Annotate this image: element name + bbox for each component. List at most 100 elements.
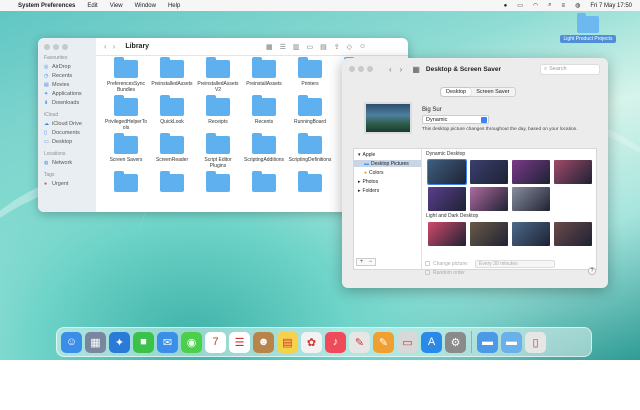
sidebar-item-downloads[interactable]: ⬇ Downloads	[44, 100, 96, 106]
mail-icon[interactable]: ✉	[157, 331, 178, 353]
folder-item[interactable]: PreinstalledAssetsV2	[196, 57, 240, 93]
folder-item[interactable]	[104, 171, 148, 195]
icon-view-icon[interactable]: ▦	[266, 43, 273, 51]
close-button[interactable]	[349, 66, 355, 72]
random-order-checkbox[interactable]	[425, 270, 430, 276]
wallpaper-thumbnail[interactable]	[554, 222, 592, 246]
help-button[interactable]: ?	[588, 267, 596, 275]
tree-item-folders[interactable]: ▸ Folders	[358, 187, 421, 194]
photos-icon[interactable]: ✿	[301, 331, 322, 353]
record-icon[interactable]: ●	[504, 3, 508, 9]
list-view-icon[interactable]: ☰	[280, 43, 286, 51]
calendar-icon[interactable]: 7	[205, 331, 226, 353]
add-button[interactable]: +	[360, 259, 364, 265]
wallpaper-thumbnail[interactable]	[428, 222, 466, 246]
finder-icon[interactable]: ☺	[61, 331, 82, 353]
pages-icon[interactable]: ✎	[373, 331, 394, 353]
tree-item-colors[interactable]: ● Colors	[354, 169, 421, 176]
folder-item[interactable]: PreinstallAssets	[242, 57, 286, 93]
back-forward-icon[interactable]: ‹›	[389, 65, 410, 74]
change-picture-checkbox[interactable]	[425, 261, 430, 267]
tab-desktop[interactable]: Desktop	[441, 88, 472, 96]
group-icon[interactable]: ▤	[320, 43, 327, 51]
action-icon[interactable]: ☺	[359, 43, 366, 51]
system-preferences-icon[interactable]: ⚙	[445, 331, 466, 353]
back-forward-icon[interactable]: ‹›	[104, 42, 121, 51]
desktop-folder-item[interactable]: Light Product Projects	[560, 13, 616, 43]
downloads-folder-icon[interactable]: ▬	[477, 331, 498, 353]
app-store-icon[interactable]: A	[421, 331, 442, 353]
share-icon[interactable]: ⇪	[334, 43, 340, 51]
folder-item[interactable]	[196, 171, 240, 195]
show-all-grid-icon[interactable]: ▦	[412, 65, 420, 74]
battery-icon[interactable]: ▭	[517, 2, 523, 9]
tab-screen-saver[interactable]: Screen Saver	[471, 88, 514, 96]
folder-item[interactable]: Recents	[242, 95, 286, 131]
music-icon[interactable]: ♪	[325, 331, 346, 353]
folder-item[interactable]: Screen Savers	[104, 133, 148, 169]
appearance-mode-select[interactable]: Dynamic	[422, 115, 489, 124]
tree-item-apple[interactable]: ▾ Apple	[358, 151, 421, 158]
column-view-icon[interactable]: ▥	[293, 43, 300, 51]
wifi-icon[interactable]: ◠	[533, 2, 538, 9]
minimize-button[interactable]	[53, 44, 59, 50]
folder-item[interactable]: PreinstalledAssets	[150, 57, 194, 93]
menu-app-name[interactable]: System Preferences	[18, 3, 75, 9]
search-field[interactable]: ⌕ Search	[540, 63, 600, 75]
wallpaper-thumbnail[interactable]	[470, 160, 508, 184]
sidebar-item-airdrop[interactable]: ◎ AirDrop	[44, 64, 96, 70]
safari-icon[interactable]: ✦	[109, 331, 130, 353]
folder-item[interactable]: Script Editor Plugins	[196, 133, 240, 169]
siri-icon[interactable]: ◍	[575, 2, 580, 9]
documents-folder-icon[interactable]: ▬	[501, 331, 522, 353]
wallpaper-thumbnail[interactable]	[554, 160, 592, 184]
notes-icon[interactable]: ▤	[277, 331, 298, 353]
folder-item[interactable]	[242, 171, 286, 195]
remove-button[interactable]: −	[369, 259, 373, 265]
gallery-view-icon[interactable]: ▭	[307, 43, 314, 51]
zoom-button[interactable]	[62, 44, 68, 50]
sidebar-item-documents[interactable]: ▯ Documents	[44, 130, 96, 136]
wallpaper-thumbnail[interactable]	[470, 222, 508, 246]
folder-item[interactable]: QuickLook	[150, 95, 194, 131]
contacts-icon[interactable]: ☻	[253, 331, 274, 353]
folder-item[interactable]: ScriptingDefinitions	[288, 133, 332, 169]
wallpaper-thumbnail[interactable]	[512, 160, 550, 184]
control-center-icon[interactable]: ≡	[562, 3, 566, 9]
menu-edit[interactable]: Edit	[87, 3, 97, 9]
zoom-button[interactable]	[367, 66, 373, 72]
wallpaper-thumbnail[interactable]	[470, 187, 508, 211]
folder-item[interactable]: Receipts	[196, 95, 240, 131]
close-button[interactable]	[44, 44, 50, 50]
trash-icon[interactable]: ▯	[525, 331, 546, 353]
wallpaper-thumbnail[interactable]	[512, 222, 550, 246]
folder-item[interactable]	[150, 171, 194, 195]
wallpaper-thumbnail[interactable]	[428, 187, 466, 211]
sidebar-item-icloud-drive[interactable]: ☁ iCloud Drive	[44, 121, 96, 127]
sidebar-item-applications[interactable]: ✦ Applications	[44, 91, 96, 97]
sidebar-item-network[interactable]: ◍ Network	[44, 160, 96, 166]
folder-item[interactable]: Printers	[288, 57, 332, 93]
menu-help[interactable]: Help	[168, 3, 180, 9]
menu-view[interactable]: View	[110, 3, 123, 9]
launchpad-icon[interactable]: ▦	[85, 331, 106, 353]
tree-item-photos[interactable]: ▸ Photos	[358, 178, 421, 185]
messages-icon[interactable]: ◉	[181, 331, 202, 353]
facetime-icon[interactable]: ■	[133, 331, 154, 353]
folder-item[interactable]: ScriptingAdditions	[242, 133, 286, 169]
script-editor-icon[interactable]: ✎	[349, 331, 370, 353]
menu-window[interactable]: Window	[135, 3, 156, 9]
folder-item[interactable]: PreferencesSync Bundles	[104, 57, 148, 93]
spotlight-icon[interactable]: ⌕	[548, 2, 551, 9]
folder-item[interactable]: ScreenReader	[150, 133, 194, 169]
sidebar-item-desktop[interactable]: ▭ Desktop	[44, 139, 96, 145]
minimize-button[interactable]	[358, 66, 364, 72]
folder-item[interactable]	[288, 171, 332, 195]
tree-item-desktop-pictures[interactable]: ▬ Desktop Pictures	[354, 160, 421, 167]
folder-item[interactable]: PrivilegedHelperTools	[104, 95, 148, 131]
preview-icon[interactable]: ▭	[397, 331, 418, 353]
menu-clock[interactable]: Fri 7 May 17:50	[590, 3, 632, 9]
folder-item[interactable]: RunningBoard	[288, 95, 332, 131]
tag-icon[interactable]: ◇	[347, 43, 352, 51]
wallpaper-thumbnail[interactable]	[427, 159, 467, 185]
